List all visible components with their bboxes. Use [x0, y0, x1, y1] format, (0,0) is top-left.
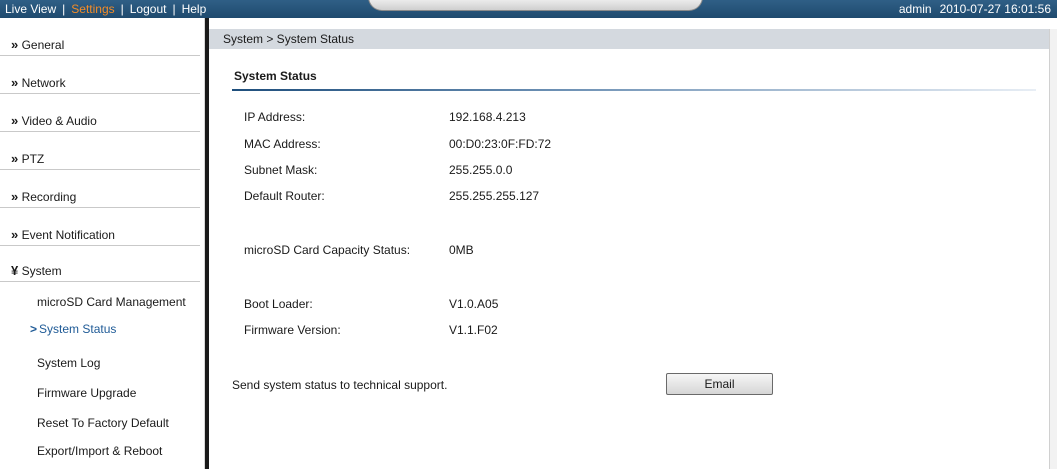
sidebar-item-label: Recording — [21, 190, 77, 204]
user-status: admin 2010-07-27 16:01:56 — [891, 0, 1051, 18]
chevron-right-icon: » — [11, 75, 18, 90]
sidebar-item-label: Network — [21, 76, 66, 90]
chevron-right-icon: » — [11, 227, 18, 242]
top-center-tab — [368, 0, 703, 11]
email-button[interactable]: Email — [666, 373, 773, 395]
sidebar-item-network[interactable]: » Network — [0, 72, 200, 94]
chevron-down-icon: ¥ — [11, 263, 18, 278]
caret-right-icon: > — [30, 322, 38, 336]
sidebar-subitem-system-log[interactable]: System Log — [37, 353, 207, 373]
sidebar-item-label: PTZ — [21, 152, 45, 166]
chevron-right-icon: » — [11, 189, 18, 204]
sidebar-subitem-export-import-reboot[interactable]: Export/Import & Reboot — [37, 441, 207, 461]
mac-address-value: 00:D0:23:0F:FD:72 — [449, 137, 552, 151]
sidebar-item-general[interactable]: » General — [0, 34, 200, 56]
live-view-link[interactable]: Live View — [5, 0, 56, 18]
sidebar-subitem-microsd-card-management[interactable]: microSD Card Management — [37, 292, 207, 312]
top-navigation: Live View | Settings | Logout | Help — [5, 0, 206, 18]
mac-address-label: MAC Address: — [244, 137, 321, 151]
sidebar-item-system[interactable]: ¥ System — [0, 260, 200, 282]
section-title: System Status — [234, 69, 317, 83]
nav-separator: | — [62, 2, 66, 16]
sidebar-subitem-reset-to-factory-default[interactable]: Reset To Factory Default — [37, 413, 207, 433]
sidebar-item-recording[interactable]: » Recording — [0, 186, 200, 208]
chevron-right-icon: » — [11, 151, 18, 166]
subnet-mask-value: 255.255.0.0 — [449, 163, 513, 177]
help-link[interactable]: Help — [182, 0, 207, 18]
nav-separator: | — [172, 2, 176, 16]
sidebar-item-event-notification[interactable]: » Event Notification — [0, 224, 200, 246]
microsd-capacity-label: microSD Card Capacity Status: — [244, 243, 411, 257]
default-router-label: Default Router: — [244, 189, 325, 203]
sidebar-subitem-label: microSD Card Management — [37, 295, 186, 309]
sidebar-subitem-label: Export/Import & Reboot — [37, 444, 163, 458]
ip-address-label: IP Address: — [244, 110, 306, 124]
scrollbar[interactable] — [1049, 29, 1057, 469]
sidebar-subitem-label: Firmware Upgrade — [37, 386, 137, 400]
ip-address-value: 192.168.4.213 — [449, 110, 526, 124]
sidebar-item-label: General — [21, 38, 65, 52]
sidebar-subitem-label: System Status — [39, 322, 117, 336]
sidebar-item-label: System — [21, 264, 62, 278]
sidebar-item-label: Event Notification — [21, 228, 115, 242]
support-message: Send system status to technical support. — [232, 378, 448, 392]
sidebar-item-label: Video & Audio — [21, 114, 97, 128]
breadcrumb: System > System Status — [209, 29, 1049, 49]
chevron-right-icon: » — [11, 113, 18, 128]
firmware-version-label: Firmware Version: — [244, 323, 341, 337]
chevron-right-icon: » — [11, 37, 18, 52]
sidebar-item-video-audio[interactable]: » Video & Audio — [0, 110, 200, 132]
datetime: 2010-07-27 16:01:56 — [939, 2, 1051, 16]
sidebar-subitem-firmware-upgrade[interactable]: Firmware Upgrade — [37, 383, 207, 403]
username: admin — [898, 2, 932, 16]
nav-separator: | — [120, 2, 124, 16]
boot-loader-label: Boot Loader: — [244, 297, 313, 311]
logout-link[interactable]: Logout — [130, 0, 167, 18]
default-router-value: 255.255.255.127 — [449, 189, 540, 203]
breadcrumb-text: System > System Status — [223, 32, 355, 46]
sidebar-subitem-label: Reset To Factory Default — [37, 416, 169, 430]
top-bar: Live View | Settings | Logout | Help admin 2010… — [0, 0, 1057, 18]
settings-link[interactable]: Settings — [71, 0, 114, 18]
firmware-version-value: V1.1.F02 — [449, 323, 498, 337]
section-divider — [232, 89, 1036, 91]
sidebar-subitem-label: System Log — [37, 356, 101, 370]
boot-loader-value: V1.0.A05 — [449, 297, 499, 311]
sidebar-subitem-system-status[interactable]: > System Status — [30, 319, 200, 339]
microsd-capacity-value: 0MB — [449, 243, 474, 257]
sidebar-item-ptz[interactable]: » PTZ — [0, 148, 200, 170]
subnet-mask-label: Subnet Mask: — [244, 163, 318, 177]
